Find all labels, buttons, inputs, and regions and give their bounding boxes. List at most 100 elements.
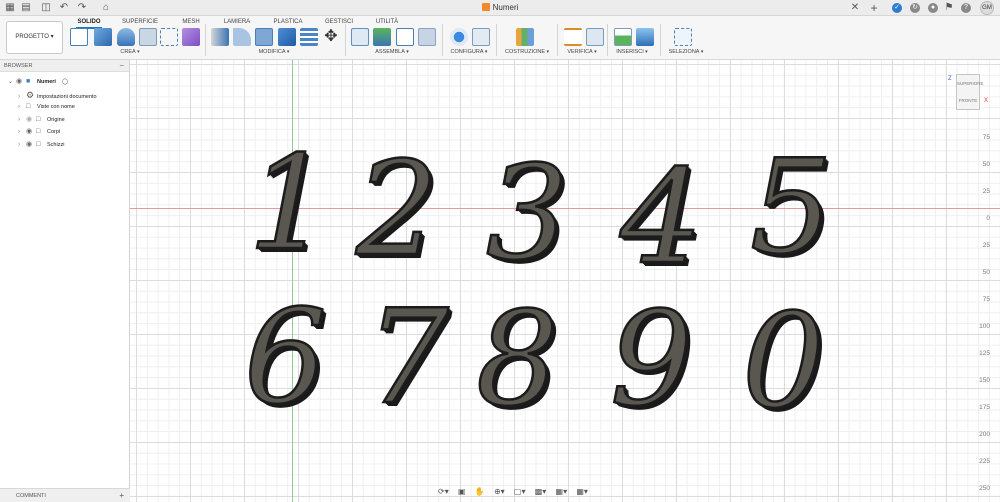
tab-mesh[interactable]: MESH: [180, 18, 202, 26]
chevron-down-icon[interactable]: ⌄: [8, 76, 16, 88]
tree-item-origin[interactable]: › ◉ □ Origine: [18, 114, 65, 126]
zoom-icon[interactable]: ⊕▾: [494, 487, 505, 496]
select-icon[interactable]: [674, 28, 692, 46]
app-menu-icon[interactable]: ▦: [4, 2, 16, 14]
save-icon[interactable]: ◫: [40, 2, 52, 14]
add-comment-icon[interactable]: +: [119, 489, 124, 502]
group-modifica[interactable]: MODIFICA: [252, 48, 296, 56]
browser-panel: BROWSER − ⌄ ◉ ■ Numeri ◯ › ⚙ Impostazioni docu…: [0, 60, 130, 502]
tree-item-sketches[interactable]: › ◉ □ Schizzi: [18, 139, 64, 151]
tab-lamiera[interactable]: LAMIERA: [222, 18, 252, 26]
section-analysis-icon[interactable]: [586, 28, 604, 46]
digit-body[interactable]: 7: [365, 291, 450, 424]
group-crea[interactable]: CREA: [110, 48, 150, 56]
chevron-right-icon[interactable]: ›: [18, 101, 26, 113]
digit-body[interactable]: 1: [247, 137, 332, 270]
redo-icon[interactable]: ↷: [76, 2, 88, 14]
home-icon[interactable]: ⌂: [100, 2, 112, 14]
collapse-icon[interactable]: −: [119, 60, 124, 72]
joint-icon[interactable]: [373, 28, 391, 46]
tree-item-bodies[interactable]: › ◉ □ Corpi: [18, 126, 60, 138]
digit-body[interactable]: 8: [475, 293, 560, 426]
insert-derive-icon[interactable]: [614, 28, 632, 46]
new-component-icon[interactable]: [351, 28, 369, 46]
group-costruzione[interactable]: COSTRUZIONE: [500, 48, 554, 56]
eye-icon[interactable]: ◉: [26, 126, 36, 138]
display-settings-icon[interactable]: ▩▾: [535, 487, 547, 496]
tab-superficie[interactable]: SUPERFICIE: [120, 18, 160, 26]
digit-body[interactable]: 2: [355, 143, 440, 276]
move-icon[interactable]: ✥: [322, 28, 340, 46]
chamfer-icon[interactable]: [255, 28, 273, 46]
group-verifica[interactable]: VERIFICA: [562, 48, 602, 56]
group-configura[interactable]: CONFIGURA: [446, 48, 492, 56]
tab-gestisci[interactable]: GESTISCI: [324, 18, 354, 26]
measure-icon[interactable]: [564, 28, 582, 46]
document-title: Numeri: [492, 3, 519, 12]
fit-icon[interactable]: ▢▾: [514, 487, 526, 496]
viewcube-face[interactable]: SUPERIORE FRONTE: [956, 74, 984, 110]
digit-body[interactable]: 6: [243, 291, 328, 424]
new-tab-icon[interactable]: +: [868, 2, 880, 14]
activate-icon[interactable]: ◯: [62, 79, 68, 85]
digit-body[interactable]: 4: [619, 151, 704, 284]
new-sketch-icon[interactable]: [70, 28, 88, 46]
avatar[interactable]: GM: [980, 1, 994, 15]
tab-utilita[interactable]: UTILITÀ: [374, 18, 400, 26]
tree-item-root[interactable]: ⌄ ◉ ■ Numeri ◯: [8, 76, 68, 88]
as-built-joint-icon[interactable]: [396, 28, 414, 46]
extrude-icon[interactable]: [94, 28, 112, 46]
pan-icon[interactable]: ✋: [475, 487, 485, 496]
chevron-right-icon[interactable]: ›: [18, 114, 26, 126]
navigation-bar: ⟳▾ ▣ ✋ ⊕▾ ▢▾ ▩▾ ▦▾ ▦▾: [438, 487, 595, 499]
digit-body[interactable]: 9: [609, 293, 694, 426]
joint-origin-icon[interactable]: [418, 28, 436, 46]
comments-panel[interactable]: COMMENTI +: [0, 488, 130, 502]
chevron-right-icon[interactable]: ›: [18, 126, 26, 138]
look-at-icon[interactable]: ▣: [458, 487, 466, 496]
eye-icon[interactable]: ◉: [16, 76, 26, 88]
file-menu-icon[interactable]: ▤: [20, 2, 32, 14]
combine-icon[interactable]: [300, 28, 318, 46]
notifications-icon[interactable]: ⚑: [944, 2, 954, 14]
create-form-icon[interactable]: [182, 28, 200, 46]
help-icon[interactable]: ?: [961, 3, 971, 13]
viewcube[interactable]: SUPERIORE FRONTE Z X: [948, 74, 988, 114]
undo-icon[interactable]: ↶: [58, 2, 70, 14]
insert-image-icon[interactable]: [636, 28, 654, 46]
toolbar-separator: [205, 24, 206, 56]
digit-body[interactable]: 0: [741, 295, 826, 428]
press-pull-icon[interactable]: [211, 28, 229, 46]
workspace-switcher[interactable]: PROGETTO ▾: [6, 21, 63, 54]
group-inserisci[interactable]: INSERISCI: [612, 48, 652, 56]
shell-icon[interactable]: [278, 28, 296, 46]
tree-item-named-views[interactable]: › □ Viste con nome: [18, 101, 75, 113]
extensions-icon[interactable]: ↻: [910, 3, 920, 13]
group-seleziona[interactable]: SELEZIONA: [664, 48, 708, 56]
viewport-canvas[interactable]: SUPERIORE FRONTE Z X 75 50 25 0 25 50 75…: [130, 60, 1000, 502]
tree-item-settings[interactable]: › ⚙ Impostazioni documento: [18, 89, 97, 101]
digit-body[interactable]: 3: [485, 147, 570, 280]
data-panel-icon[interactable]: ●: [928, 3, 938, 13]
orbit-icon[interactable]: ⟳▾: [438, 487, 449, 496]
close-tab-icon[interactable]: ✕: [850, 2, 860, 14]
fillet-icon[interactable]: [233, 28, 251, 46]
eye-hidden-icon[interactable]: ◉: [26, 114, 36, 126]
sweep-icon[interactable]: [139, 28, 157, 46]
eye-icon[interactable]: ◉: [26, 139, 36, 151]
ruler-label: 125: [979, 350, 990, 357]
pattern-icon[interactable]: [160, 28, 178, 46]
group-assembla[interactable]: ASSEMBLA: [370, 48, 414, 56]
job-status-icon[interactable]: ✓: [892, 3, 902, 13]
grid-settings-icon[interactable]: ▦▾: [556, 487, 568, 496]
revolve-icon[interactable]: [117, 28, 135, 46]
ruler-label: 200: [979, 431, 990, 438]
tab-plastica[interactable]: PLASTICA: [272, 18, 304, 26]
configuration-table-icon[interactable]: [472, 28, 490, 46]
viewports-icon[interactable]: ▦▾: [576, 487, 588, 496]
toolbar: PROGETTO ▾ SOLIDO SUPERFICIE MESH LAMIER…: [0, 16, 1000, 60]
digit-body[interactable]: 5: [749, 141, 834, 274]
construction-plane-icon[interactable]: [516, 28, 534, 46]
configure-icon[interactable]: [450, 28, 468, 46]
chevron-right-icon[interactable]: ›: [18, 139, 26, 151]
